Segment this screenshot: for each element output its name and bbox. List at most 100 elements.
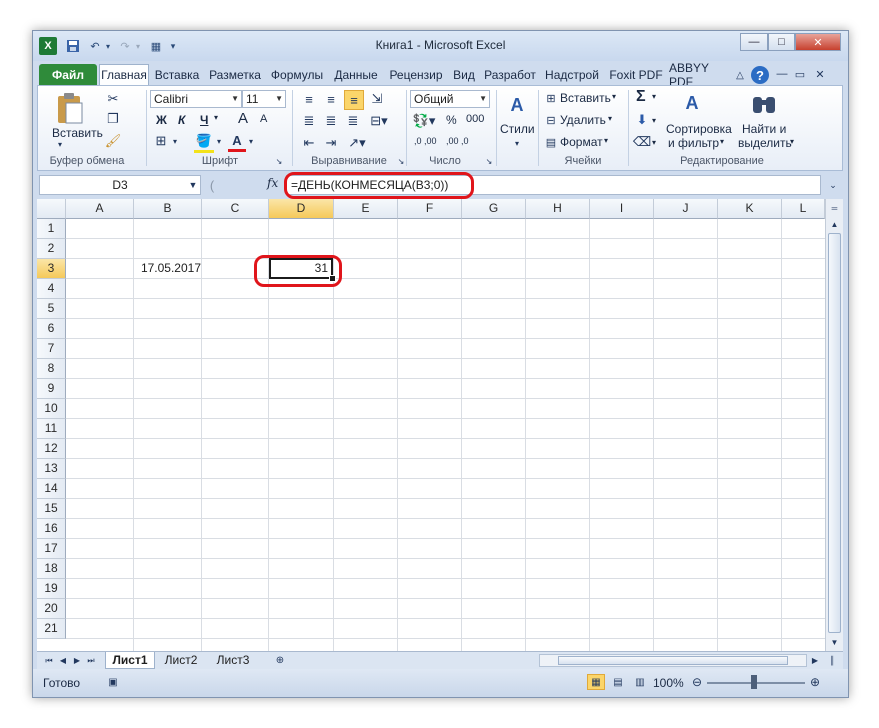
col-header-l[interactable]: L xyxy=(782,199,825,219)
increase-indent-icon[interactable]: ⇥ xyxy=(322,134,340,152)
insert-cells-button[interactable]: Вставить xyxy=(560,91,611,105)
zoom-in-icon[interactable]: ⊕ xyxy=(807,674,823,690)
autosum-dropdown-icon[interactable]: ▾ xyxy=(652,92,656,101)
row-header[interactable]: 15 xyxy=(37,499,66,519)
row-header[interactable]: 9 xyxy=(37,379,66,399)
row-header[interactable]: 18 xyxy=(37,559,66,579)
row-header[interactable]: 1 xyxy=(37,219,66,239)
clear-dropdown-icon[interactable]: ▾ xyxy=(652,138,656,147)
tab-file[interactable]: Файл xyxy=(39,64,97,85)
row-header[interactable]: 14 xyxy=(37,479,66,499)
col-header-g[interactable]: G xyxy=(462,199,526,219)
merge-center-icon[interactable]: ⊟▾ xyxy=(368,112,390,130)
percent-button[interactable]: % xyxy=(446,113,457,127)
doc-close-icon[interactable]: ✕ xyxy=(813,67,827,81)
increase-decimal-button[interactable]: ,0 ,00 xyxy=(414,136,437,146)
tab-home[interactable]: Главная xyxy=(99,64,149,85)
col-header-i[interactable]: I xyxy=(590,199,654,219)
align-center-icon[interactable]: ≣ xyxy=(322,112,340,130)
col-header-b[interactable]: B xyxy=(134,199,202,219)
row-header[interactable]: 6 xyxy=(37,319,66,339)
row-header[interactable]: 4 xyxy=(37,279,66,299)
wrap-text-icon[interactable]: ⇲ xyxy=(368,90,386,108)
dialog-launcher-icon[interactable]: ↘ xyxy=(484,156,494,166)
doc-minimize-icon[interactable]: — xyxy=(775,67,789,81)
currency-icon[interactable]: 💱▾ xyxy=(412,112,436,130)
autosum-button[interactable]: Σ xyxy=(636,88,646,106)
row-header[interactable]: 17 xyxy=(37,539,66,559)
styles-icon[interactable]: A xyxy=(504,92,530,118)
clear-icon[interactable]: ⌫ xyxy=(633,134,651,150)
row-header-selected[interactable]: 3 xyxy=(37,259,66,279)
align-bottom-icon[interactable]: ≡ xyxy=(344,90,364,110)
sort-dropdown-icon[interactable]: ▾ xyxy=(720,137,724,146)
align-left-icon[interactable]: ≣ xyxy=(300,112,318,130)
align-middle-icon[interactable]: ≡ xyxy=(322,90,340,108)
worksheet-grid[interactable]: A B C D E F G H I J K L 1 2 3 4 5 6 7 8 … xyxy=(37,199,825,651)
tab-layout[interactable]: Разметка xyxy=(205,64,265,85)
tab-review[interactable]: Рецензир xyxy=(385,64,447,85)
decrease-decimal-button[interactable]: ,00 ,0 xyxy=(446,136,469,146)
last-sheet-icon[interactable]: ⏭ xyxy=(85,654,97,667)
tab-addins[interactable]: Надстрой xyxy=(541,64,603,85)
insert-dropdown-icon[interactable]: ▾ xyxy=(612,92,616,101)
scroll-thumb[interactable] xyxy=(828,233,841,633)
scroll-up-icon[interactable]: ▲ xyxy=(827,217,842,231)
align-right-icon[interactable]: ≣ xyxy=(344,112,362,130)
row-header[interactable]: 13 xyxy=(37,459,66,479)
row-header[interactable]: 5 xyxy=(37,299,66,319)
grow-font-button[interactable]: A xyxy=(238,110,248,127)
row-header[interactable]: 2 xyxy=(37,239,66,259)
row-header[interactable]: 10 xyxy=(37,399,66,419)
name-box-dropdown-icon[interactable]: ▼ xyxy=(187,178,199,192)
col-header-c[interactable]: C xyxy=(202,199,269,219)
decrease-indent-icon[interactable]: ⇤ xyxy=(300,134,318,152)
zoom-slider-handle[interactable] xyxy=(751,675,757,689)
font-size-box[interactable]: 11 ▼ xyxy=(242,90,286,108)
paste-icon[interactable] xyxy=(54,90,86,126)
fill-icon[interactable]: ⬇ xyxy=(634,112,650,128)
paste-dropdown-icon[interactable]: ▾ xyxy=(56,140,64,149)
sheet-tab-3[interactable]: Лист3 xyxy=(209,652,257,669)
fill-color-icon[interactable]: 🪣 xyxy=(194,132,214,153)
col-header-a[interactable]: A xyxy=(66,199,134,219)
zoom-level[interactable]: 100% xyxy=(653,676,684,690)
thousands-button[interactable]: 000 xyxy=(466,113,484,125)
col-header-h[interactable]: H xyxy=(526,199,590,219)
select-all-corner[interactable] xyxy=(37,199,66,219)
scroll-down-icon[interactable]: ▼ xyxy=(827,635,842,649)
formula-expand-handle-icon[interactable]: ( xyxy=(205,176,219,194)
fx-icon[interactable]: fx xyxy=(267,176,278,190)
shrink-font-button[interactable]: A xyxy=(260,113,267,125)
sort-label-line1[interactable]: Сортировка xyxy=(666,122,732,136)
find-binoculars-icon[interactable] xyxy=(750,88,778,118)
cell-b3[interactable]: 17.05.2017 xyxy=(134,259,201,278)
page-layout-view-icon[interactable]: ▤ xyxy=(609,674,627,690)
vertical-scrollbar[interactable]: ═ ▲ ▼ xyxy=(825,199,843,651)
sort-label-line2[interactable]: и фильтр xyxy=(668,136,719,150)
italic-button[interactable]: К xyxy=(178,113,185,127)
format-cells-icon[interactable]: ▤ xyxy=(544,135,558,149)
format-dropdown-icon[interactable]: ▾ xyxy=(604,136,608,145)
delete-cells-button[interactable]: Удалить xyxy=(560,113,606,127)
sheet-tab-1[interactable]: Лист1 xyxy=(105,652,155,669)
insert-sheet-icon[interactable]: ⊕ xyxy=(273,654,287,667)
find-dropdown-icon[interactable]: ▾ xyxy=(790,137,794,146)
maximize-button[interactable]: □ xyxy=(768,33,795,51)
col-header-k[interactable]: K xyxy=(718,199,782,219)
format-cells-button[interactable]: Формат xyxy=(560,135,603,149)
borders-dropdown-icon[interactable]: ▾ xyxy=(170,134,180,148)
tab-insert[interactable]: Вставка xyxy=(151,64,203,85)
scroll-right-icon[interactable]: ▶ xyxy=(809,654,821,667)
row-header[interactable]: 16 xyxy=(37,519,66,539)
orientation-icon[interactable]: ↗▾ xyxy=(344,134,370,152)
styles-button[interactable]: Стили xyxy=(500,122,535,136)
borders-icon[interactable]: ⊞ xyxy=(152,132,170,150)
tab-developer[interactable]: Разработ xyxy=(481,64,539,85)
zoom-out-icon[interactable]: ⊖ xyxy=(689,674,705,690)
tab-abbyy[interactable]: ABBYY PDF xyxy=(669,61,731,89)
expand-formula-bar-icon[interactable]: ⌄ xyxy=(825,176,841,194)
doc-restore-icon[interactable]: ▭ xyxy=(793,67,807,81)
delete-dropdown-icon[interactable]: ▾ xyxy=(608,114,612,123)
row-header[interactable]: 21 xyxy=(37,619,66,639)
